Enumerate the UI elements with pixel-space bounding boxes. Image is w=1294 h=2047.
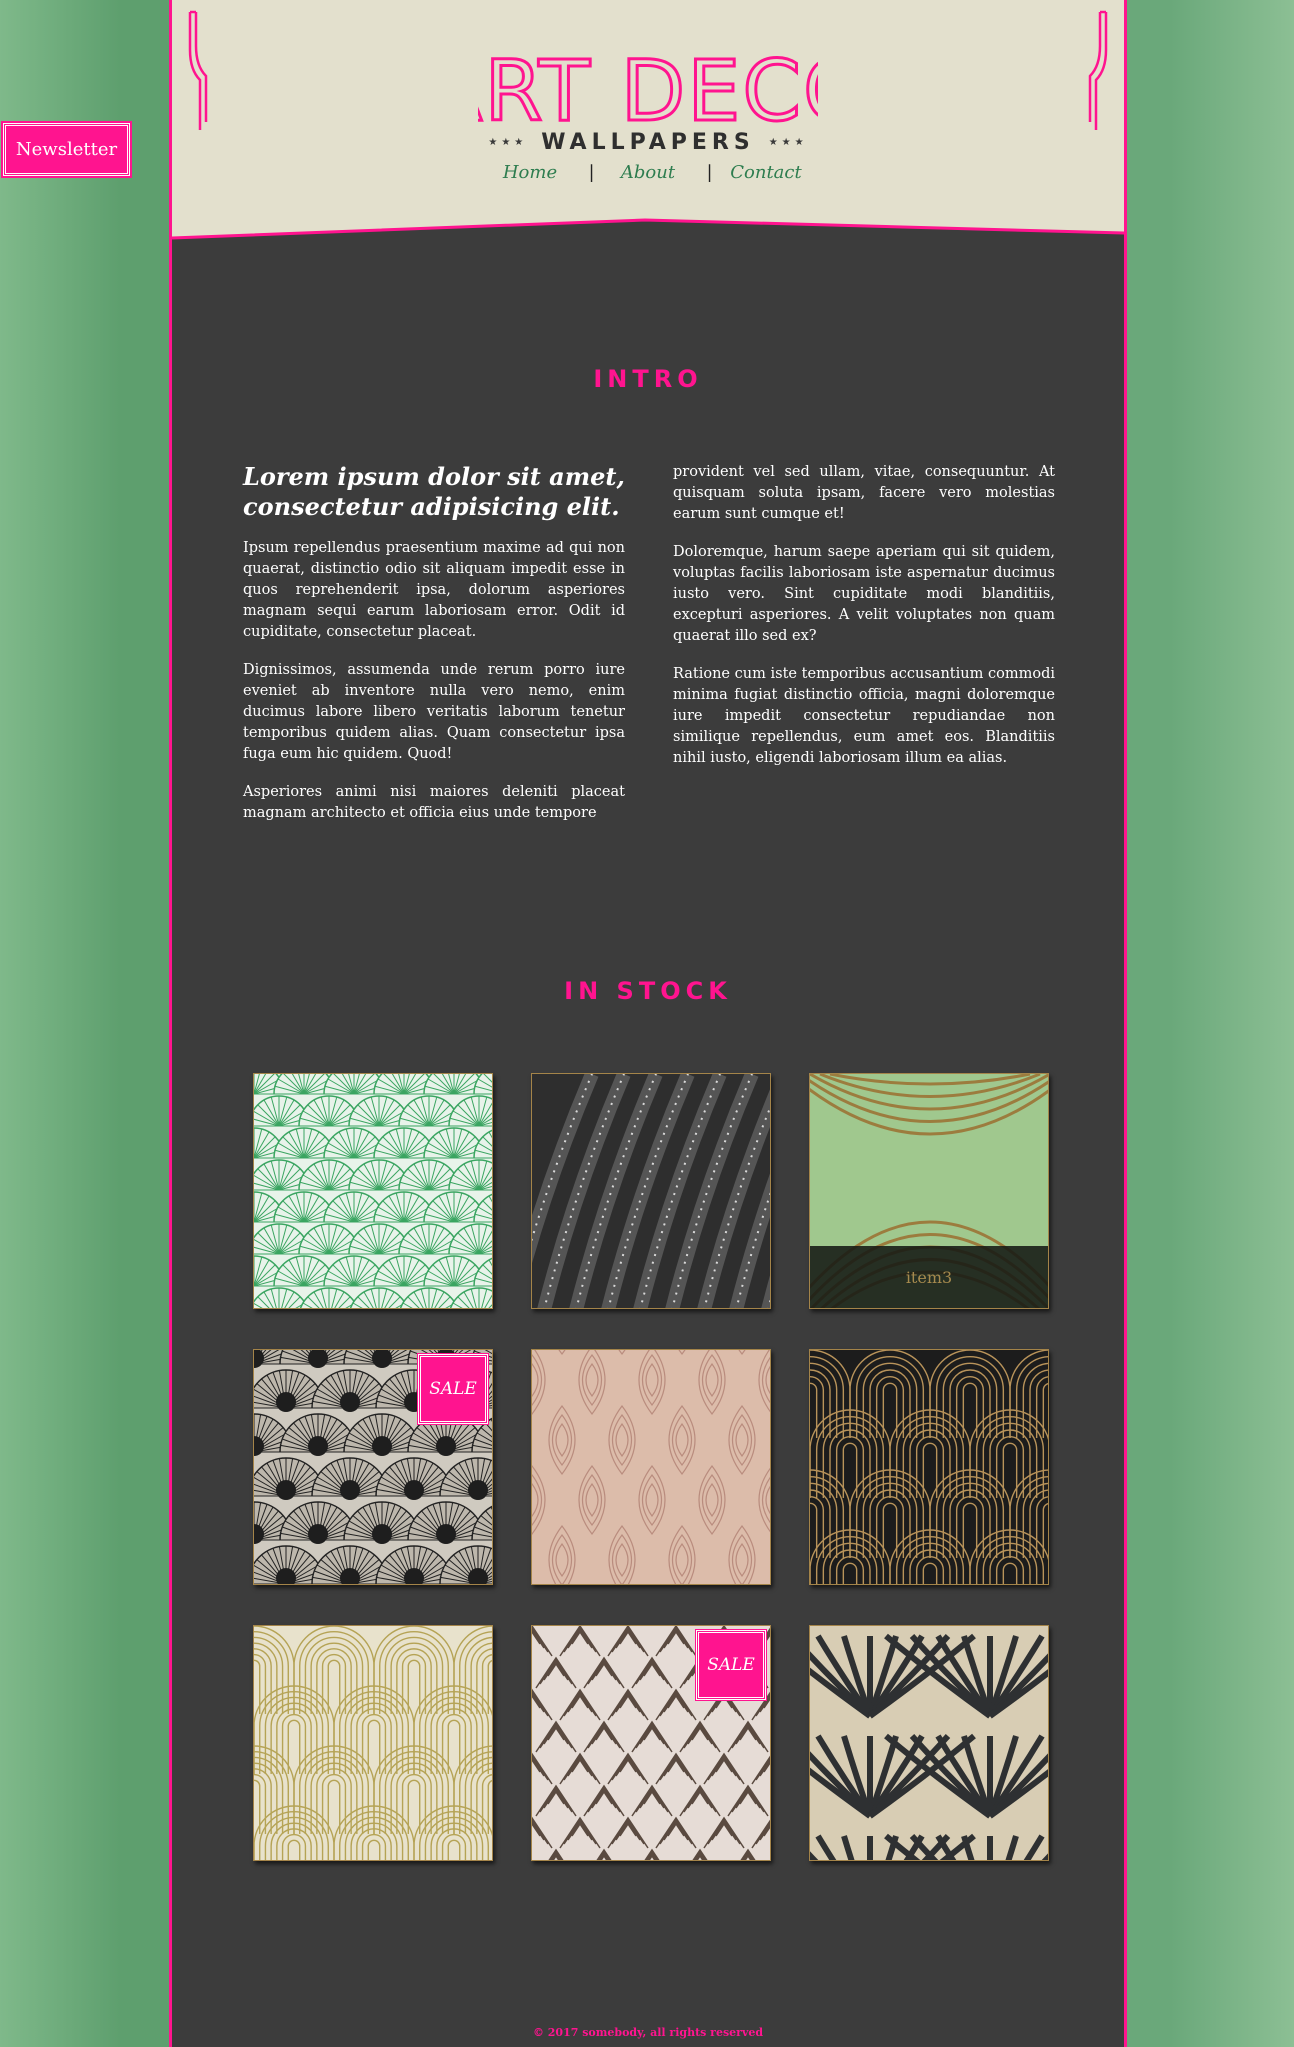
intro-column-right: provident vel sed ullam, vitae, consequu… [673, 462, 1055, 841]
intro-paragraph: Doloremque, harum saepe aperiam qui sit … [673, 544, 1055, 644]
product-tile[interactable] [531, 1349, 771, 1585]
wallpaper-image [254, 1074, 492, 1308]
intro-paragraph: provident vel sed ullam, vitae, consequu… [673, 464, 1055, 522]
page-container: ART DECO ★★★ WALLPAPERS ★★★ Home | About… [169, 0, 1127, 2047]
logo-subtitle: ★★★ WALLPAPERS ★★★ [172, 130, 1124, 155]
stock-section-title: IN STOCK [564, 977, 732, 1005]
nav-about-link[interactable]: About [590, 162, 707, 183]
logo-title-text: ART DECO [478, 42, 818, 130]
stars-icon: ★★★ [488, 137, 528, 148]
sale-badge: SALE [417, 1353, 489, 1425]
stars-icon: ★★★ [768, 137, 808, 148]
wallpaper-image [532, 1074, 770, 1308]
wallpaper-image [254, 1626, 492, 1860]
footer-copyright: © 2017 somebody, all rights reserved [532, 2026, 764, 2039]
intro-paragraph: Ipsum repellendus praesentium maxime ad … [243, 540, 625, 640]
intro-column-left: Lorem ipsum dolor sit amet, consectetur … [243, 462, 625, 841]
intro-heading: Lorem ipsum dolor sit amet, consectetur … [243, 462, 625, 521]
product-grid: item3 SALE SALE [253, 1073, 1049, 1863]
newsletter-button[interactable]: Newsletter [1, 121, 132, 178]
site-header: ART DECO ★★★ WALLPAPERS ★★★ Home | About… [172, 0, 1124, 255]
product-tile[interactable] [253, 1625, 493, 1861]
intro-paragraph: Asperiores animi nisi maiores deleniti p… [243, 784, 625, 821]
intro-section-title: INTRO [593, 365, 703, 393]
product-tile[interactable] [809, 1349, 1049, 1585]
logo-wordmark: ART DECO [478, 41, 818, 131]
product-tile[interactable] [253, 1073, 493, 1309]
intro-paragraph: Dignissimos, assumenda unde rerum porro … [243, 662, 625, 762]
wallpaper-image [810, 1350, 1048, 1584]
nav-contact-link[interactable]: Contact [708, 162, 825, 183]
main-nav: Home | About | Contact [172, 162, 1124, 183]
wallpaper-image [532, 1350, 770, 1584]
site-logo[interactable]: ART DECO ★★★ WALLPAPERS ★★★ [172, 40, 1124, 156]
sale-badge: SALE [695, 1629, 767, 1701]
product-tile[interactable]: item3 [809, 1073, 1049, 1309]
product-caption: item3 [810, 1246, 1048, 1308]
nav-home-link[interactable]: Home [472, 162, 589, 183]
intro-text: Lorem ipsum dolor sit amet, consectetur … [243, 462, 1055, 841]
intro-paragraph: Ratione cum iste temporibus accusantium … [673, 666, 1055, 766]
wallpaper-image [810, 1626, 1048, 1860]
product-tile[interactable]: SALE [253, 1349, 493, 1585]
logo-subtitle-text: WALLPAPERS [541, 130, 755, 155]
product-tile[interactable]: SALE [531, 1625, 771, 1861]
product-tile[interactable] [531, 1073, 771, 1309]
product-tile[interactable] [809, 1625, 1049, 1861]
